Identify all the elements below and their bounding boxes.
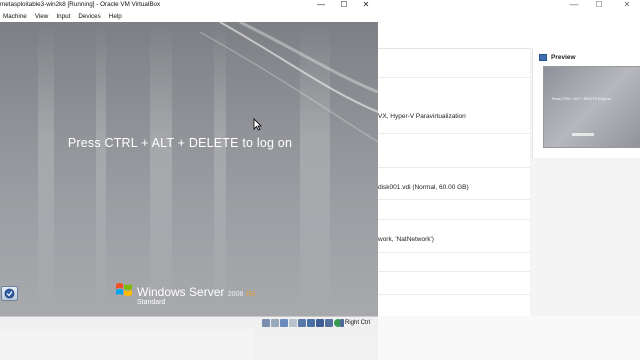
ease-of-access-button[interactable] (1, 286, 18, 301)
background-streak (96, 22, 106, 316)
details-acceleration-text: VX, Hyper-V Paravirtualization (378, 113, 466, 120)
vm-window-title: metasploitable3-win2k8 [Running] - Oracl… (0, 1, 161, 8)
hard-disk-icon[interactable] (262, 319, 270, 327)
details-divider (378, 271, 530, 272)
vm-titlebar: metasploitable3-win2k8 [Running] - Oracl… (0, 0, 378, 10)
manager-close-button[interactable]: ✕ (620, 0, 634, 10)
details-divider (378, 199, 530, 200)
optical-drive-icon[interactable] (271, 319, 279, 327)
details-network-text: work, 'NatNetwork') (378, 236, 434, 243)
usb-icon[interactable] (298, 319, 306, 327)
display-icon[interactable] (316, 319, 324, 327)
vm-maximize-button[interactable]: ☐ (337, 0, 351, 10)
brand-year: 2008 (227, 291, 244, 298)
manager-maximize-button[interactable]: ☐ (592, 0, 606, 10)
vm-window: metasploitable3-win2k8 [Running] - Oracl… (0, 0, 378, 329)
keyboard-capture-icon (340, 319, 344, 327)
vm-minimize-button[interactable]: — (314, 0, 328, 10)
details-divider (378, 133, 530, 134)
preview-panel: Preview Press CTRL + ALT + DELETE to log… (532, 48, 640, 158)
details-divider (378, 219, 530, 220)
shared-folders-icon[interactable] (307, 319, 315, 327)
vm-display[interactable]: Press CTRL + ALT + DELETE to log on Wind… (0, 22, 378, 316)
details-divider (378, 294, 530, 295)
network-icon[interactable] (289, 319, 297, 327)
details-divider (378, 167, 530, 168)
vm-status-bar: Right Ctrl (0, 316, 378, 329)
vm-details-panel: VX, Hyper-V Paravirtualization disk001.v… (378, 48, 530, 316)
preview-header: Preview (539, 52, 576, 62)
menu-input[interactable]: Input (56, 13, 70, 20)
manager-minimize-button[interactable]: — (566, 0, 582, 10)
background-streak (38, 22, 54, 316)
manager-lower-area (378, 316, 640, 360)
logon-prompt: Press CTRL + ALT + DELETE to log on (67, 136, 293, 150)
video-capture-icon[interactable] (325, 319, 333, 327)
preview-thumbnail-text: Press CTRL + ALT + DELETE to log on (552, 97, 611, 101)
ease-of-access-icon (4, 288, 15, 299)
preview-title: Preview (551, 53, 576, 61)
host-key-label: Right Ctrl (345, 320, 371, 326)
windows-server-brand: Windows Server 2008 R2 (137, 285, 256, 299)
brand-name: Windows Server (137, 285, 225, 299)
menu-devices[interactable]: Devices (78, 13, 100, 20)
audio-icon[interactable] (280, 319, 288, 327)
menu-view[interactable]: View (35, 13, 49, 20)
mouse-cursor-icon (253, 118, 262, 131)
preview-thumbnail: Press CTRL + ALT + DELETE to log on (543, 66, 640, 148)
preview-logo (572, 133, 594, 136)
details-divider (378, 252, 530, 253)
menu-help[interactable]: Help (109, 13, 122, 20)
windows-flag-icon (116, 283, 132, 296)
preview-monitor-icon (539, 53, 547, 61)
vm-menubar: Machine View Input Devices Help (0, 10, 378, 22)
details-storage-text: disk001.vdi (Normal, 60.00 GB) (378, 184, 469, 191)
menu-machine[interactable]: Machine (3, 13, 27, 20)
vm-close-button[interactable]: ✕ (359, 0, 373, 10)
details-divider (378, 77, 530, 78)
brand-release: R2 (246, 291, 256, 298)
background-streak (150, 22, 172, 316)
edition-label: Standard (137, 299, 166, 306)
